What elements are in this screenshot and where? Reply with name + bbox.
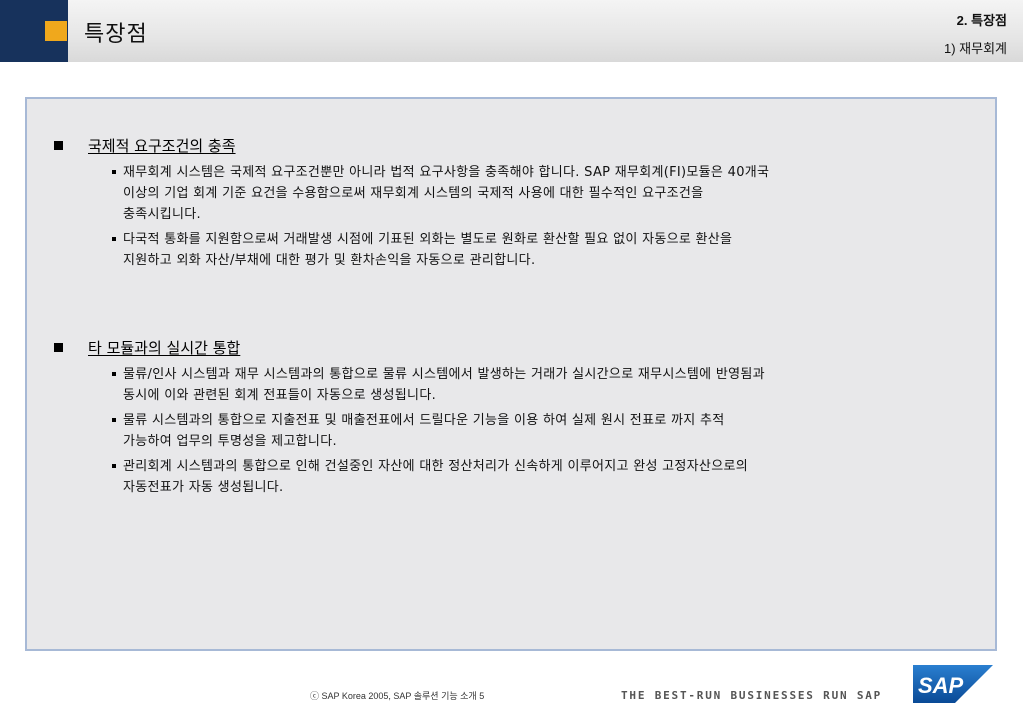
section-integration: 타 모듈과의 실시간 통합 물류/인사 시스템과 재무 시스템과의 통합으로 물… xyxy=(54,337,954,502)
item-line: 충족시킵니다. xyxy=(123,207,201,222)
item-line: 지원하고 외화 자산/부채에 대한 평가 및 환차손익을 자동으로 관리합니다. xyxy=(123,253,536,268)
bullet-icon xyxy=(112,464,116,468)
bullet-icon xyxy=(112,418,116,422)
list-item: 물류/인사 시스템과 재무 시스템과의 통합으로 물류 시스템에서 발생하는 거… xyxy=(112,364,954,406)
section-international: 국제적 요구조건의 충족 재무회계 시스템은 국제적 요구조건뿐만 아니라 법적… xyxy=(54,135,954,275)
page-title: 특장점 xyxy=(84,22,148,47)
bullet-list: 물류/인사 시스템과 재무 시스템과의 통합으로 물류 시스템에서 발생하는 거… xyxy=(112,364,954,498)
item-line: 물류 시스템과의 통합으로 지출전표 및 매출전표에서 드릴다운 기능을 이용 … xyxy=(123,413,725,428)
header-accent-square xyxy=(45,21,67,41)
item-line: 다국적 통화를 지원함으로써 거래발생 시점에 기표된 외화는 별도로 원화로 … xyxy=(123,232,733,247)
section-number: 2. 특장점 xyxy=(956,13,1007,28)
footer-tagline: THE BEST-RUN BUSINESSES RUN SAP xyxy=(621,689,883,702)
bullet-icon xyxy=(112,170,116,174)
list-item: 관리회계 시스템과의 통합으로 인해 건설중인 자산에 대한 정산처리가 신속하… xyxy=(112,456,954,498)
item-line: 재무회계 시스템은 국제적 요구조건뿐만 아니라 법적 요구사항을 충족해야 합… xyxy=(123,165,770,180)
content-panel: 국제적 요구조건의 충족 재무회계 시스템은 국제적 요구조건뿐만 아니라 법적… xyxy=(25,97,997,651)
item-line: 동시에 이와 관련된 회계 전표들이 자동으로 생성됩니다. xyxy=(123,388,437,403)
square-bullet-icon xyxy=(54,140,63,150)
bullet-icon xyxy=(112,237,116,241)
item-line: 자동전표가 자동 생성됩니다. xyxy=(123,480,284,495)
section-title: 국제적 요구조건의 충족 xyxy=(88,136,236,155)
bullet-icon xyxy=(112,372,116,376)
list-item: 다국적 통화를 지원함으로써 거래발생 시점에 기표된 외화는 별도로 원화로 … xyxy=(112,229,954,271)
list-item: 재무회계 시스템은 국제적 요구조건뿐만 아니라 법적 요구사항을 충족해야 합… xyxy=(112,162,954,225)
item-line: 가능하여 업무의 투명성을 제고합니다. xyxy=(123,434,337,449)
sap-logo-text: SAP xyxy=(918,673,964,698)
footer-copyright: ⓒ SAP Korea 2005, SAP 솔루션 기능 소개 5 xyxy=(310,691,485,701)
list-item: 물류 시스템과의 통합으로 지출전표 및 매출전표에서 드릴다운 기능을 이용 … xyxy=(112,410,954,452)
square-bullet-icon xyxy=(54,342,63,352)
subsection-label: 1) 재무회계 xyxy=(943,41,1007,56)
item-line: 관리회계 시스템과의 통합으로 인해 건설중인 자산에 대한 정산처리가 신속하… xyxy=(123,459,748,474)
item-line: 물류/인사 시스템과 재무 시스템과의 통합으로 물류 시스템에서 발생하는 거… xyxy=(123,367,765,382)
section-heading: 국제적 요구조건의 충족 xyxy=(54,135,954,155)
item-line: 이상의 기업 회계 기준 요건을 수용함으로써 재무회계 시스템의 국제적 사용… xyxy=(123,186,704,201)
section-title: 타 모듈과의 실시간 통합 xyxy=(88,338,241,357)
header-bar: 특장점 2. 특장점 1) 재무회계 xyxy=(0,0,1023,62)
section-heading: 타 모듈과의 실시간 통합 xyxy=(54,337,954,357)
bullet-list: 재무회계 시스템은 국제적 요구조건뿐만 아니라 법적 요구사항을 충족해야 합… xyxy=(112,162,954,271)
sap-logo-icon: SAP xyxy=(913,665,993,703)
